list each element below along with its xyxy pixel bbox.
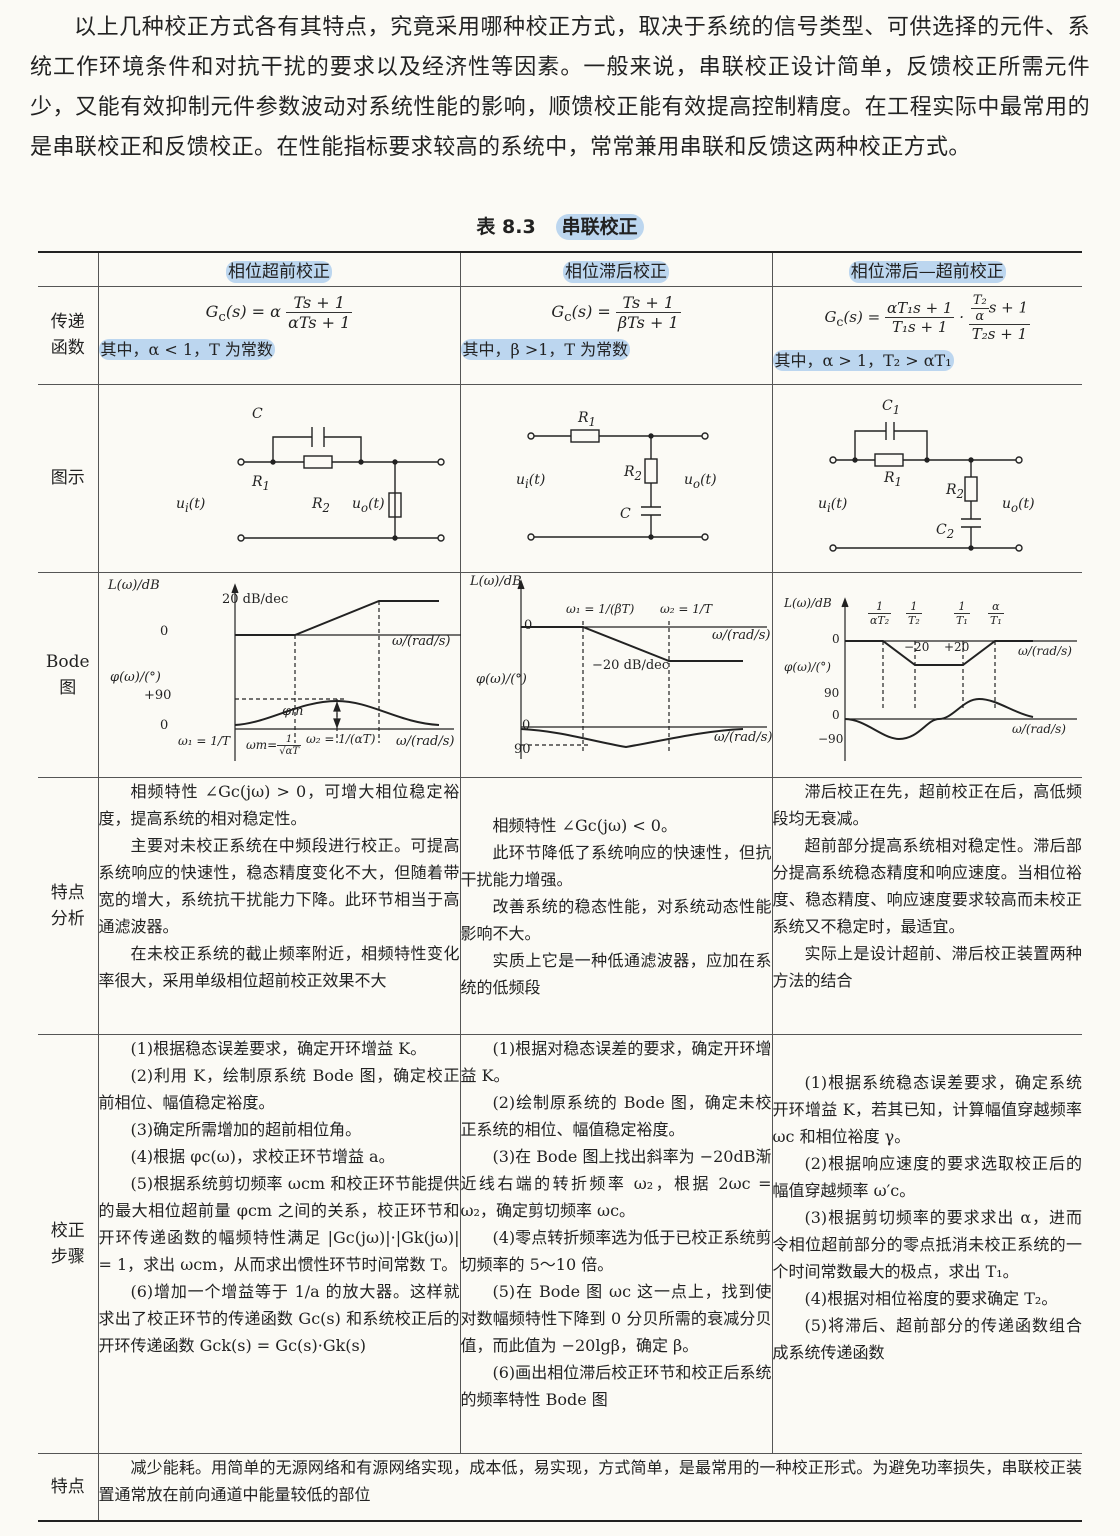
header-row: 相位超前校正 相位滞后校正 相位滞后—超前校正 [38, 251, 1082, 287]
feature-row: 特点 减少能耗。用简单的无源网络和有源网络实现，成本低，易实现，方式简单，是最常… [38, 1452, 1082, 1522]
analysis-laglead: 滞后校正在先，超前校正在后，高低频段均无衰减。 超前部分提高系统相对稳定性。滞后部… [771, 776, 1082, 1035]
table-caption: 表 8.3 串联校正 [0, 212, 1120, 240]
circuit-lag-svg [526, 428, 709, 541]
row-label-steps: 校正 步骤 [38, 1033, 99, 1454]
bode-laglead-svg [840, 596, 1077, 761]
diagram-row: 图示 [38, 383, 1082, 573]
transfer-row: 传递 函数 Gc(s) = α Ts + 1 αTs + 1 其中，α < 1，T … [38, 285, 1082, 385]
bode-row: Bode 图 [38, 571, 1082, 778]
table-number: 表 8.3 [476, 216, 536, 238]
table-title: 串联校正 [555, 214, 644, 240]
bode-lag-svg [516, 578, 767, 759]
circuit-laglead [771, 383, 1082, 573]
circuit-lag [459, 383, 773, 573]
analysis-lag: 相频特性 ∠Gc(jω) < 0。 此环节降低了系统响应的快速性，但抗干扰能力增强… [459, 776, 773, 1035]
steps-laglead: (1)根据系统稳态误差要求，确定系统开环增益 K，若其已知，计算幅值穿越频率 ω… [771, 1033, 1082, 1454]
col-header-lag: 相位滞后校正 [459, 251, 773, 287]
col-header-lead: 相位超前校正 [97, 251, 461, 287]
circuit-lead [97, 383, 461, 573]
bode-laglead [771, 571, 1082, 778]
row-label-transfer: 传递 函数 [38, 285, 99, 385]
steps-lead: (1)根据稳态误差要求，确定开环增益 K。 (2)利用 K，绘制原系统 Bode … [97, 1033, 461, 1454]
row-label-bode: Bode 图 [38, 571, 99, 778]
series-correction-table: 相位超前校正 相位滞后校正 相位滞后—超前校正 传递 函数 Gc(s) = α T… [38, 251, 1082, 1522]
bode-lead [97, 571, 469, 778]
row-label-feature: 特点 [38, 1452, 99, 1522]
bode-lead-svg [230, 582, 469, 761]
transfer-lead: Gc(s) = α Ts + 1 αTs + 1 其中，α < 1，T 为常数 [97, 285, 461, 385]
intro-paragraph: 以上几种校正方式各有其特点，究竟采用哪种校正方式，取决于系统的信号类型、可供选择… [30, 15, 1090, 160]
corner-cell [38, 251, 99, 287]
bode-lag [459, 571, 773, 778]
steps-row: 校正 步骤 (1)根据稳态误差要求，确定开环增益 K。 (2)利用 K，绘制原系统 … [38, 1033, 1082, 1454]
circuit-laglead-svg [828, 421, 1023, 552]
transfer-laglead: Gc(s) = αT₁s + 1 T₁s + 1 · T₂ α s + 1 T₂s + … [771, 285, 1082, 385]
steps-lag: (1)根据对稳态误差的要求，确定开环增益 K。 (2)绘制原系统的 Bode 图，… [459, 1033, 773, 1454]
analysis-lead: 相频特性 ∠Gc(jω) > 0，可增大相位稳定裕度，提高系统的相对稳定性。 主要… [97, 776, 461, 1035]
analysis-row: 特点 分析 相频特性 ∠Gc(jω) > 0，可增大相位稳定裕度，提高系统的相对稳… [38, 776, 1082, 1035]
feature-text: 减少能耗。用简单的无源网络和有源网络实现，成本低，易实现，方式简单，是最常用的一… [97, 1452, 1082, 1522]
row-label-analysis: 特点 分析 [38, 776, 99, 1035]
row-label-diagram: 图示 [38, 383, 99, 573]
transfer-lag: Gc(s) = Ts + 1 βTs + 1 其中，β >1，T 为常数 [459, 285, 773, 385]
col-header-laglead: 相位滞后—超前校正 [771, 251, 1082, 287]
circuit-lead-svg [236, 426, 445, 542]
